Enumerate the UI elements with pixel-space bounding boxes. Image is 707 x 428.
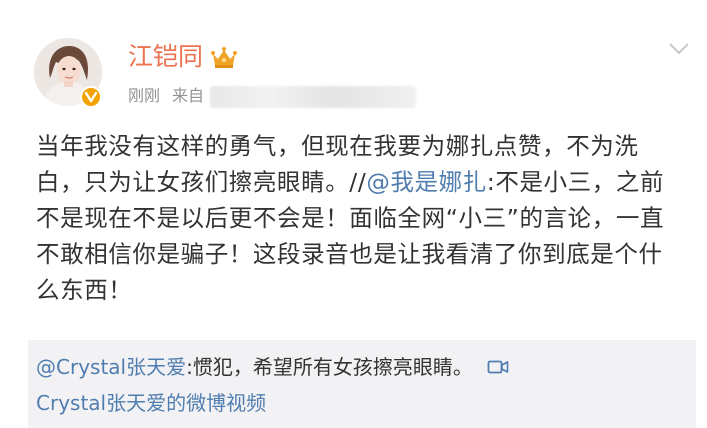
post-meta: 刚刚 来自 bbox=[128, 84, 204, 108]
weibo-post: 江铠同 刚刚 来自 当年我没有这样的勇气，但现在我要为娜扎点赞，不为洗白，只为让女… bbox=[0, 0, 707, 428]
author-name[interactable]: 江铠同 bbox=[128, 40, 203, 74]
quoted-text-body: :惯犯，希望所有女孩擦亮眼睛。 bbox=[186, 355, 473, 379]
source-blurred bbox=[210, 86, 416, 108]
quoted-post[interactable]: @Crystal张天爱:惯犯，希望所有女孩擦亮眼睛。 Crystal张天爱的微博… bbox=[28, 340, 696, 428]
post-source-prefix: 来自 bbox=[172, 86, 205, 105]
crown-icon bbox=[211, 47, 237, 68]
video-link[interactable]: Crystal张天爱的微博视频 bbox=[36, 388, 266, 418]
video-icon[interactable] bbox=[487, 359, 509, 375]
post-text: 当年我没有这样的勇气，但现在我要为娜扎点赞，不为洗白，只为让女孩们擦亮眼睛。//… bbox=[36, 128, 686, 308]
quoted-mention-link[interactable]: @Crystal张天爱 bbox=[36, 355, 186, 379]
chevron-down-icon[interactable] bbox=[668, 42, 690, 56]
quoted-text: @Crystal张天爱:惯犯，希望所有女孩擦亮眼睛。 bbox=[36, 352, 509, 382]
mention-link[interactable]: @我是娜扎 bbox=[366, 168, 487, 196]
post-time: 刚刚 bbox=[128, 86, 161, 105]
vip-badge-icon bbox=[80, 86, 102, 108]
